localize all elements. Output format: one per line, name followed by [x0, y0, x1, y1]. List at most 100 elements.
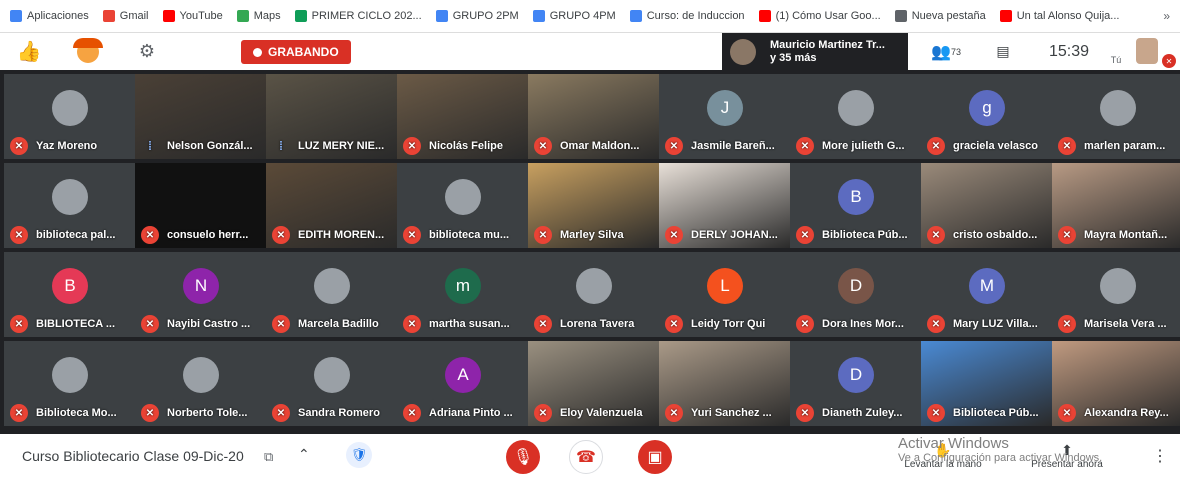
participant-tile[interactable]: ✕ Marisela Vera ... — [1052, 252, 1180, 337]
participant-tile[interactable]: m ✕ martha susan... — [397, 252, 528, 337]
participant-label: ✕ DERLY JOHAN... — [665, 226, 786, 244]
participant-tile[interactable]: D ✕ Dianeth Zuley... — [790, 341, 921, 426]
participant-tile[interactable]: ✕ biblioteca mu... — [397, 163, 528, 248]
participant-name: Norberto Tole... — [167, 407, 248, 419]
participant-tile[interactable]: L ✕ Leidy Torr Qui — [659, 252, 790, 337]
thumbs-up-icon[interactable]: 👍 — [14, 33, 44, 70]
bookmark-label: Nueva pestaña — [911, 10, 986, 22]
participant-tile[interactable]: ⁞ LUZ MERY NIE... — [266, 74, 397, 159]
bookmark-item[interactable]: GRUPO 2PM — [435, 10, 519, 22]
participant-tile[interactable]: ✕ Alexandra Rey... — [1052, 341, 1180, 426]
participant-tile[interactable]: ✕ Marley Silva — [528, 163, 659, 248]
participant-tile[interactable]: ✕ Lorena Tavera — [528, 252, 659, 337]
clock: 15:39 — [1048, 42, 1090, 60]
participant-tile[interactable]: ✕ DERLY JOHAN... — [659, 163, 790, 248]
participant-tile[interactable]: J ✕ Jasmile Bareñ... — [659, 74, 790, 159]
participant-label: ✕ EDITH MOREN... — [272, 226, 393, 244]
presenter-chip[interactable]: Mauricio Martinez Tr... y 35 más — [722, 33, 908, 70]
participant-label: ✕ Eloy Valenzuela — [534, 404, 655, 422]
maps-pin-icon — [236, 10, 249, 22]
bookmark-item[interactable]: (1) Cómo Usar Goo... — [758, 10, 881, 22]
participant-tile[interactable]: ✕ consuelo herr... — [135, 163, 266, 248]
bookmark-item[interactable]: Curso: de Induccion — [629, 10, 745, 22]
participant-tile[interactable]: g ✕ graciela velasco — [921, 74, 1052, 159]
chevron-up-icon[interactable]: ⌃ — [298, 446, 310, 463]
participant-name: Biblioteca Púb... — [822, 229, 908, 241]
self-mic-off-icon: ✕ — [1162, 54, 1176, 68]
participant-tile[interactable]: ✕ Yuri Sanchez ... — [659, 341, 790, 426]
participant-name: Nicolás Felipe — [429, 140, 503, 152]
participant-name: cristo osbaldo... — [953, 229, 1038, 241]
mic-off-icon: ✕ — [534, 226, 552, 244]
participant-label: ✕ Omar Maldon... — [534, 137, 655, 155]
camera-toggle-button[interactable]: ▣ — [638, 440, 672, 474]
windows-activation-watermark: Activar Windows Ve a Configuración para … — [898, 436, 1102, 466]
more-options-icon[interactable]: ⋮ — [1152, 446, 1168, 466]
participant-tile[interactable]: ✕ Yaz Moreno — [4, 74, 135, 159]
participant-name: Mayra Montañ... — [1084, 229, 1168, 241]
bookmark-item[interactable]: Aplicaciones — [10, 10, 89, 22]
participant-name: Dora Ines Mor... — [822, 318, 904, 330]
participant-avatar: L — [707, 268, 743, 304]
participant-tile[interactable]: ✕ Nicolás Felipe — [397, 74, 528, 159]
participant-tile[interactable]: ✕ marlen param... — [1052, 74, 1180, 159]
participant-tile[interactable]: B ✕ BIBLIOTECA ... — [4, 252, 135, 337]
bookmark-label: Maps — [253, 10, 281, 22]
participant-label: ✕ biblioteca pal... — [10, 226, 131, 244]
participant-tile[interactable]: ✕ Biblioteca Púb... — [921, 341, 1052, 426]
bookmark-label: PRIMER CICLO 202... — [311, 10, 422, 22]
participant-tile[interactable]: ✕ Mayra Montañ... — [1052, 163, 1180, 248]
participant-label: ⁞ Nelson Gonzál... — [141, 137, 262, 155]
security-shield-icon[interactable]: 🛡 — [346, 442, 372, 468]
leave-call-button[interactable]: ☎ — [569, 440, 603, 474]
mic-off-icon: ✕ — [1058, 226, 1076, 244]
participant-name: Nayibi Castro ... — [167, 318, 251, 330]
chat-icon[interactable]: ▤ — [990, 33, 1016, 70]
settings-gear-icon[interactable]: ⚙ — [132, 33, 162, 70]
participants-button[interactable]: 👥 73 — [926, 33, 966, 70]
self-avatar[interactable] — [1136, 38, 1158, 64]
participant-tile[interactable]: ✕ Marcela Badillo — [266, 252, 397, 337]
participant-name: Jasmile Bareñ... — [691, 140, 775, 152]
recording-badge: GRABANDO — [241, 40, 351, 64]
participant-name: biblioteca pal... — [36, 229, 116, 241]
participant-tile[interactable]: D ✕ Dora Ines Mor... — [790, 252, 921, 337]
participant-name: More julieth G... — [822, 140, 905, 152]
participant-tile[interactable]: A ✕ Adriana Pinto ... — [397, 341, 528, 426]
bookmark-item[interactable]: Nueva pestaña — [894, 10, 986, 22]
meeting-title[interactable]: Curso Bibliotecario Clase 09-Dic-20 — [22, 448, 244, 464]
participant-tile[interactable]: N ✕ Nayibi Castro ... — [135, 252, 266, 337]
bookmark-item[interactable]: Maps — [236, 10, 281, 22]
participant-tile[interactable]: ✕ Eloy Valenzuela — [528, 341, 659, 426]
mic-off-icon: ✕ — [534, 137, 552, 155]
participant-tile[interactable]: M ✕ Mary LUZ Villa... — [921, 252, 1052, 337]
mic-off-icon: ✕ — [272, 315, 290, 333]
participant-tile[interactable]: ✕ Omar Maldon... — [528, 74, 659, 159]
bookmark-item[interactable]: GRUPO 4PM — [532, 10, 616, 22]
bookmark-item[interactable]: PRIMER CICLO 202... — [294, 10, 422, 22]
participant-tile[interactable]: ✕ cristo osbaldo... — [921, 163, 1052, 248]
participant-tile[interactable]: ✕ Sandra Romero — [266, 341, 397, 426]
mic-toggle-button[interactable]: 🎙 — [506, 440, 540, 474]
participant-label: ✕ Adriana Pinto ... — [403, 404, 524, 422]
bookmark-item[interactable]: YouTube — [162, 10, 223, 22]
participant-tile[interactable]: ✕ EDITH MOREN... — [266, 163, 397, 248]
bookmarks-more-button[interactable]: » — [1163, 9, 1170, 23]
participant-tile[interactable]: B ✕ Biblioteca Púb... — [790, 163, 921, 248]
bookmark-item[interactable]: Gmail — [102, 10, 149, 22]
bookmark-label: Gmail — [119, 10, 149, 22]
participant-label: ✕ Biblioteca Púb... — [796, 226, 917, 244]
participant-tile[interactable]: ⁞ Nelson Gonzál... — [135, 74, 266, 159]
participant-name: Marley Silva — [560, 229, 624, 241]
participant-tile[interactable]: ✕ biblioteca pal... — [4, 163, 135, 248]
bookmark-item[interactable]: Un tal Alonso Quija... — [999, 10, 1119, 22]
participant-name: DERLY JOHAN... — [691, 229, 778, 241]
youtube-icon — [162, 10, 175, 22]
participant-tile[interactable]: ✕ Norberto Tole... — [135, 341, 266, 426]
participant-label: ✕ Leidy Torr Qui — [665, 315, 786, 333]
participant-tile[interactable]: ✕ Biblioteca Mo... — [4, 341, 135, 426]
raise-hand-avatar-icon[interactable] — [72, 33, 104, 70]
mic-off-icon: ✕ — [272, 226, 290, 244]
copy-link-icon[interactable]: ⧉ — [264, 449, 273, 465]
participant-tile[interactable]: ✕ More julieth G... — [790, 74, 921, 159]
